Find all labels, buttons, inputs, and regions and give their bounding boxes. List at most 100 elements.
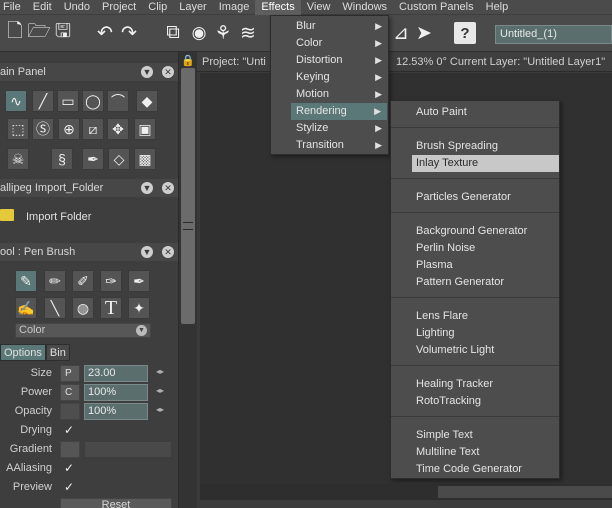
drying-checkbox[interactable]: ✓ xyxy=(64,423,74,437)
texture-tool-icon[interactable]: ▩ xyxy=(134,148,156,170)
stamp-icon[interactable]: ⚘ xyxy=(212,22,234,44)
tab-options[interactable]: Options xyxy=(0,344,46,361)
menu-item-inlay-texture[interactable]: Inlay Texture xyxy=(412,155,559,172)
rectangle-tool-icon[interactable]: ▭ xyxy=(57,90,79,112)
menu-item-rendering[interactable]: Rendering ▶ xyxy=(291,103,387,120)
size-stepper-icon[interactable]: ◂▸ xyxy=(156,367,164,376)
power-stepper-icon[interactable]: ◂▸ xyxy=(156,386,164,395)
menu-item-motion[interactable]: Motion ▶ xyxy=(271,86,388,103)
project-title-field[interactable]: Untitled_(1) xyxy=(495,25,612,44)
measure-icon[interactable]: ⊿ xyxy=(390,22,412,44)
opacity-stepper-icon[interactable]: ◂▸ xyxy=(156,405,164,414)
move-tool-icon[interactable]: ✥ xyxy=(107,118,129,140)
ellipse-tool-icon[interactable]: ◯ xyxy=(82,90,104,112)
gradient-field[interactable] xyxy=(84,441,172,458)
preview-checkbox[interactable]: ✓ xyxy=(64,480,74,494)
menu-windows[interactable]: Windows xyxy=(336,0,393,15)
menu-item-rototracking[interactable]: RotoTracking xyxy=(391,393,559,410)
color-wheel-icon[interactable]: ◉ xyxy=(188,22,210,44)
scrollbar-thumb[interactable] xyxy=(438,486,612,498)
tab-bin[interactable]: Bin xyxy=(45,344,70,361)
paper-tool-icon[interactable]: ◇ xyxy=(108,148,130,170)
menu-item-healing-tracker[interactable]: Healing Tracker xyxy=(391,376,559,393)
menu-item-perlin-noise[interactable]: Perlin Noise xyxy=(391,240,559,257)
opacity-input[interactable]: 100% xyxy=(84,403,148,420)
menu-item-multiline-text[interactable]: Multiline Text xyxy=(391,444,559,461)
eraser-tool-icon[interactable]: ◆ xyxy=(136,90,158,112)
toolbox-icon[interactable]: ⧉ xyxy=(162,22,184,44)
reset-button[interactable]: Reset xyxy=(60,498,172,508)
skull-tool-icon[interactable]: ☠ xyxy=(7,148,29,170)
panel-menu-icon[interactable]: ▼ xyxy=(141,66,153,78)
undo-icon[interactable]: ↶ xyxy=(94,22,116,44)
import-folder-item[interactable]: Import Folder xyxy=(0,203,178,233)
layers-icon[interactable]: ≋ xyxy=(237,22,259,44)
bezier-tool-icon[interactable]: ⌒ xyxy=(107,90,129,112)
power-mode-box[interactable]: C xyxy=(60,384,80,401)
menu-help[interactable]: Help xyxy=(480,0,515,15)
menu-undo[interactable]: Undo xyxy=(58,0,96,15)
magic-select-icon[interactable]: Ⓢ xyxy=(32,118,54,140)
menu-item-simple-text[interactable]: Simple Text xyxy=(391,427,559,444)
text-tool-icon[interactable]: T xyxy=(100,297,122,319)
new-file-icon[interactable]: 🗋 xyxy=(4,21,26,44)
opacity-mode-box[interactable] xyxy=(60,403,80,420)
panel-menu-icon[interactable]: ▼ xyxy=(141,246,153,258)
menu-item-background-generator[interactable]: Background Generator xyxy=(391,223,559,240)
panel-close-icon[interactable]: ✕ xyxy=(162,66,174,78)
menu-item-volumetric-light[interactable]: Volumetric Light xyxy=(391,342,559,359)
scrollbar-thumb[interactable] xyxy=(181,68,195,324)
smudge-brush-icon[interactable]: ╲ xyxy=(44,297,66,319)
menu-item-transition[interactable]: Transition ▶ xyxy=(271,137,388,154)
menu-view[interactable]: View xyxy=(301,0,337,15)
zoom-tool-icon[interactable]: ⊕ xyxy=(58,118,80,140)
menu-custom-panels[interactable]: Custom Panels xyxy=(393,0,480,15)
menu-item-blur[interactable]: Blur ▶ xyxy=(271,18,388,35)
save-icon[interactable]: 🖫 xyxy=(52,21,74,44)
camera-tool-icon[interactable]: ▣ xyxy=(134,118,156,140)
clone-tool-icon[interactable]: § xyxy=(51,148,73,170)
color-selector[interactable]: Color ▼ xyxy=(15,323,151,338)
wet-brush-icon[interactable]: ✍ xyxy=(15,297,37,319)
menu-layer[interactable]: Layer xyxy=(173,0,213,15)
canvas-horizontal-scrollbar[interactable] xyxy=(200,484,612,500)
airbrush-icon[interactable]: ✑ xyxy=(100,270,122,292)
menu-item-brush-spreading[interactable]: Brush Spreading xyxy=(391,138,559,155)
water-drop-icon[interactable]: ◍ xyxy=(72,297,94,319)
gradient-toggle[interactable] xyxy=(60,441,80,458)
menu-item-stylize[interactable]: Stylize ▶ xyxy=(271,120,388,137)
panel-menu-icon[interactable]: ▼ xyxy=(141,182,153,194)
open-folder-icon[interactable]: 🗁 xyxy=(27,21,51,44)
special-brush-icon[interactable]: ✦ xyxy=(128,297,150,319)
size-input[interactable]: 23.00 xyxy=(84,365,148,382)
menu-item-pattern-generator[interactable]: Pattern Generator xyxy=(391,274,559,291)
help-icon[interactable]: ? xyxy=(454,22,476,44)
menu-item-time-code-generator[interactable]: Time Code Generator xyxy=(391,461,559,478)
menu-item-lighting[interactable]: Lighting xyxy=(391,325,559,342)
curve-tool-icon[interactable]: ∿ xyxy=(5,90,27,112)
menu-item-color[interactable]: Color ▶ xyxy=(271,35,388,52)
menu-image[interactable]: Image xyxy=(213,0,256,15)
menu-project[interactable]: Project xyxy=(96,0,142,15)
menu-effects[interactable]: Effects xyxy=(255,0,301,15)
size-mode-box[interactable]: P xyxy=(60,365,80,382)
power-input[interactable]: 100% xyxy=(84,384,148,401)
panel-close-icon[interactable]: ✕ xyxy=(162,246,174,258)
pencil-brush-icon[interactable]: ✏ xyxy=(44,270,66,292)
menu-item-keying[interactable]: Keying ▶ xyxy=(271,69,388,86)
menu-item-auto-paint[interactable]: Auto Paint xyxy=(391,104,559,121)
selection-tool-icon[interactable]: ⬚ xyxy=(7,118,29,140)
menu-file[interactable]: File xyxy=(0,0,27,15)
aaliasing-checkbox[interactable]: ✓ xyxy=(64,461,74,475)
menu-item-plasma[interactable]: Plasma xyxy=(391,257,559,274)
menu-item-particles-generator[interactable]: Particles Generator xyxy=(391,189,559,206)
send-icon[interactable]: ➤ xyxy=(413,22,435,44)
marker-brush-icon[interactable]: ✐ xyxy=(72,270,94,292)
menu-item-distortion[interactable]: Distortion ▶ xyxy=(271,52,388,69)
menu-edit[interactable]: Edit xyxy=(27,0,58,15)
redo-icon[interactable]: ↷ xyxy=(118,22,140,44)
menu-clip[interactable]: Clip xyxy=(142,0,173,15)
panel-scrollbar[interactable] xyxy=(178,52,197,508)
panel-close-icon[interactable]: ✕ xyxy=(162,182,174,194)
lock-icon[interactable]: 🔒 xyxy=(181,54,195,67)
